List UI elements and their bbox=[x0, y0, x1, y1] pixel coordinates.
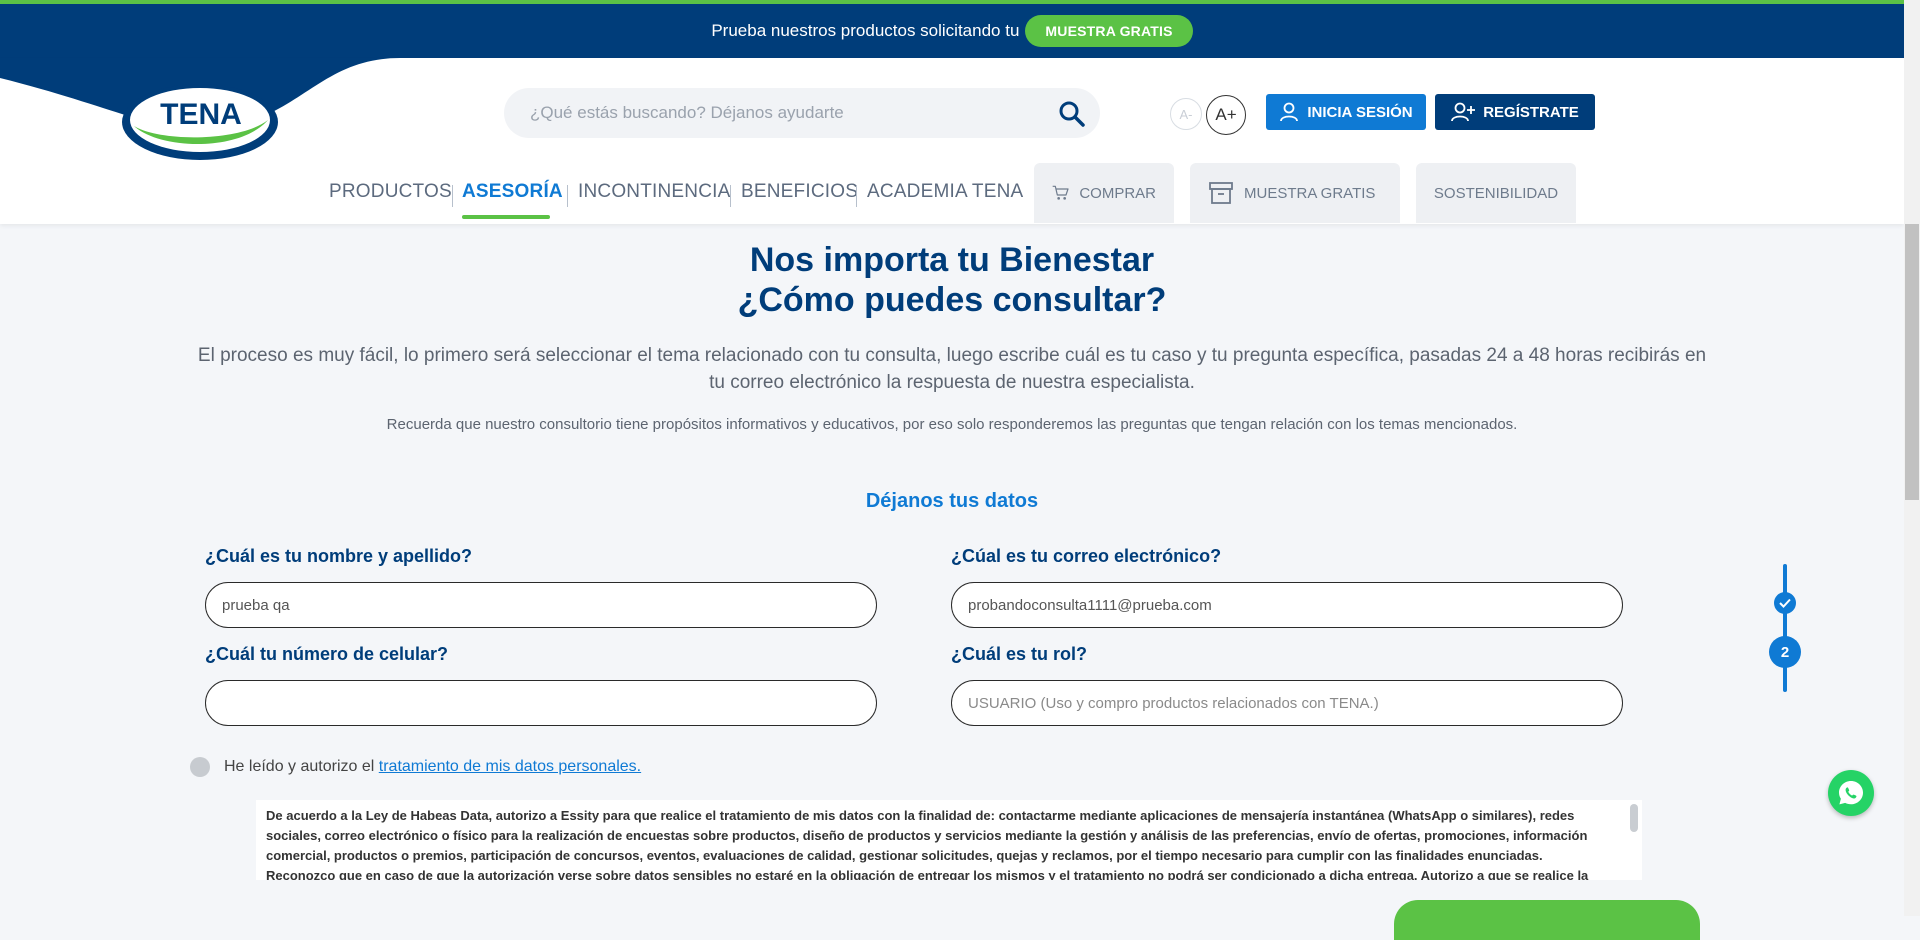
submit-button-partial[interactable] bbox=[1394, 900, 1700, 940]
form-section-title: Déjanos tus datos bbox=[865, 490, 1039, 512]
whatsapp-icon bbox=[1839, 781, 1863, 805]
nav-separator bbox=[730, 185, 731, 207]
page-scrollbar-thumb[interactable] bbox=[1905, 224, 1919, 500]
promo-text: Prueba nuestros productos solicitando tu bbox=[711, 21, 1020, 40]
name-field[interactable] bbox=[205, 582, 877, 628]
name-label: ¿Cuál es tu nombre y apellido? bbox=[205, 546, 473, 566]
intro-text: El proceso es muy fácil, lo primero será… bbox=[197, 345, 1707, 393]
nav-box-comprar[interactable]: COMPRAR bbox=[1034, 163, 1174, 223]
login-label: INICIA SESIÓN bbox=[1307, 103, 1413, 121]
page-title-line1: Nos importa tu Bienestar bbox=[749, 241, 1155, 279]
nav-item-asesoria[interactable]: ASESORÍA bbox=[462, 181, 563, 203]
nav-item-beneficios[interactable]: BENEFICIOS bbox=[741, 181, 858, 203]
nav-item-incontinencia[interactable]: INCONTINENCIA bbox=[578, 181, 731, 203]
nav-box-sostenibilidad-label: SOSTENIBILIDAD bbox=[1433, 184, 1559, 202]
email-label: ¿Cúal es tu correo electrónico? bbox=[951, 546, 1222, 566]
tena-logo[interactable]: TENA bbox=[120, 80, 280, 162]
increase-font-button[interactable]: A+ bbox=[1206, 95, 1246, 135]
email-field[interactable] bbox=[951, 582, 1623, 628]
email-input[interactable] bbox=[968, 596, 1606, 614]
legal-textbox[interactable]: De acuerdo a la Ley de Habeas Data, auto… bbox=[256, 800, 1642, 880]
legal-scrollbar-thumb[interactable] bbox=[1630, 804, 1638, 832]
phone-label: ¿Cuál tu número de celular? bbox=[205, 644, 449, 664]
box-icon bbox=[1209, 182, 1233, 204]
step-2-current[interactable]: 2 bbox=[1769, 636, 1801, 668]
free-sample-button[interactable]: MUESTRA GRATIS bbox=[1025, 15, 1193, 47]
info-note: Recuerda que nuestro consultorio tiene p… bbox=[386, 416, 1518, 433]
consent-row: He leído y autorizo el tratamiento de mi… bbox=[190, 757, 641, 777]
phone-field[interactable] bbox=[205, 680, 877, 726]
site-header: TENA A- A+ INICIA SESIÓN REGÍSTRATE PROD… bbox=[0, 58, 1904, 224]
role-selected-value: USUARIO (Uso y compro productos relacion… bbox=[968, 694, 1379, 712]
promo-bar: Prueba nuestros productos solicitando tu… bbox=[0, 4, 1904, 58]
tena-logo-text: TENA bbox=[160, 98, 242, 131]
step-indicator: 2 bbox=[1769, 564, 1801, 692]
consent-radio[interactable] bbox=[190, 757, 210, 777]
page-title: Nos importa tu Bienestar ¿Cómo puedes co… bbox=[0, 240, 1904, 320]
whatsapp-button[interactable] bbox=[1828, 770, 1874, 816]
name-input[interactable] bbox=[222, 596, 860, 614]
nav-separator bbox=[567, 185, 568, 207]
user-plus-icon bbox=[1451, 102, 1476, 122]
main-nav: PRODUCTOS ASESORÍA INCONTINENCIA BENEFIC… bbox=[0, 163, 1904, 224]
check-icon bbox=[1779, 598, 1791, 608]
nav-box-muestra-gratis[interactable]: MUESTRA GRATIS bbox=[1190, 163, 1400, 223]
main-content: Nos importa tu Bienestar ¿Cómo puedes co… bbox=[0, 224, 1904, 940]
nav-separator bbox=[452, 185, 453, 207]
cart-icon bbox=[1052, 185, 1069, 200]
nav-separator bbox=[856, 185, 857, 207]
step-line bbox=[1783, 564, 1787, 692]
privacy-policy-link[interactable]: tratamiento de mis datos personales. bbox=[379, 758, 641, 775]
nav-item-productos[interactable]: PRODUCTOS bbox=[329, 181, 452, 203]
nav-active-underline bbox=[462, 215, 550, 219]
consent-text: He leído y autorizo el bbox=[224, 758, 375, 775]
legal-text: De acuerdo a la Ley de Habeas Data, auto… bbox=[266, 808, 1589, 880]
page-title-line2: ¿Cómo puedes consultar? bbox=[737, 281, 1167, 319]
role-label: ¿Cuál es tu rol? bbox=[951, 644, 1088, 664]
login-button[interactable]: INICIA SESIÓN bbox=[1266, 94, 1426, 130]
step-1-completed[interactable] bbox=[1774, 592, 1796, 614]
search-input[interactable] bbox=[504, 88, 1100, 138]
decrease-font-button[interactable]: A- bbox=[1170, 98, 1202, 130]
register-button[interactable]: REGÍSTRATE bbox=[1435, 94, 1595, 130]
phone-input[interactable] bbox=[222, 694, 860, 712]
nav-box-comprar-label: COMPRAR bbox=[1079, 184, 1156, 202]
nav-box-sostenibilidad[interactable]: SOSTENIBILIDAD bbox=[1416, 163, 1576, 223]
nav-item-academia-tena[interactable]: ACADEMIA TENA bbox=[867, 181, 1023, 203]
role-select[interactable]: USUARIO (Uso y compro productos relacion… bbox=[951, 680, 1623, 726]
nav-box-muestra-label: MUESTRA GRATIS bbox=[1244, 184, 1376, 202]
register-label: REGÍSTRATE bbox=[1483, 103, 1579, 121]
user-icon bbox=[1280, 102, 1299, 122]
search-icon[interactable] bbox=[1058, 100, 1086, 128]
